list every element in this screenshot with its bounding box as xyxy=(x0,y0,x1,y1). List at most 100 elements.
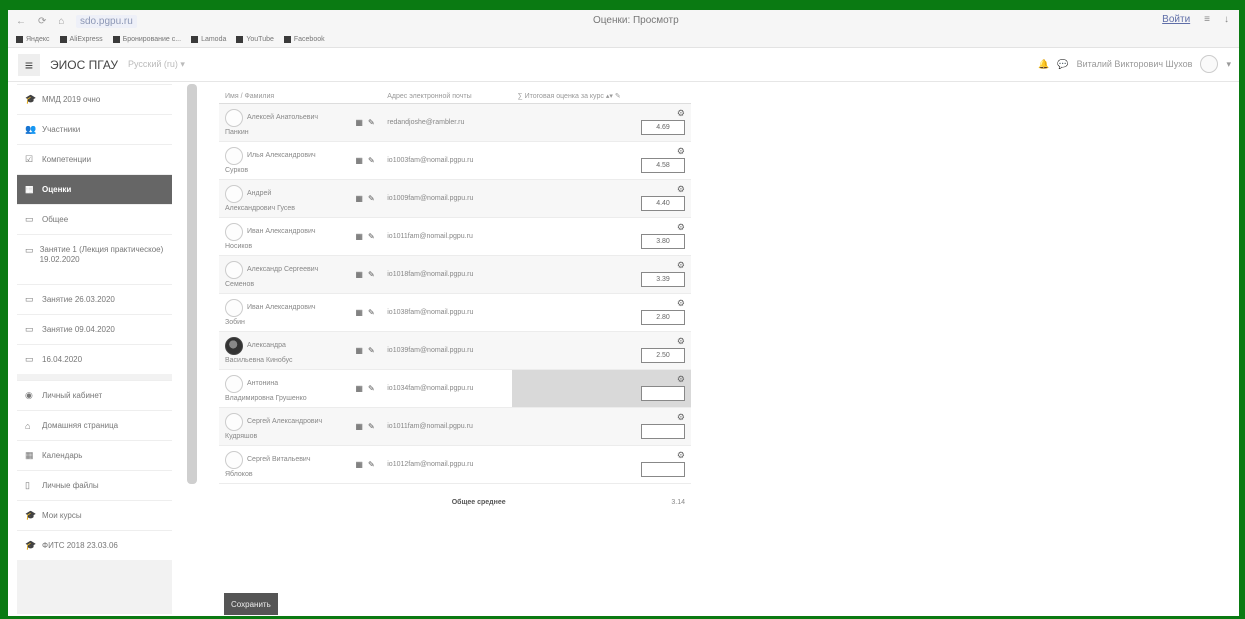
student-first-name[interactable]: Александра xyxy=(247,342,286,349)
table-view-icon[interactable]: ▦ xyxy=(355,156,363,165)
edit-icon[interactable]: ✎ xyxy=(368,270,375,279)
student-last-name[interactable]: Семенов xyxy=(225,281,343,288)
student-last-name[interactable]: Александрович Гусев xyxy=(225,205,343,212)
login-link[interactable]: Войти xyxy=(1162,14,1190,25)
student-last-name[interactable]: Кудряшов xyxy=(225,433,343,440)
drawer-item[interactable]: ▯ Личные файлы xyxy=(17,470,172,500)
drawer-item[interactable]: ⌂ Домашняя страница xyxy=(17,410,172,440)
student-first-name[interactable]: Иван Александрович xyxy=(247,228,316,235)
drawer-item[interactable]: 🎓 ММД 2019 очно xyxy=(17,84,172,114)
student-avatar[interactable] xyxy=(225,336,243,355)
drawer-item[interactable]: 🎓 Мои курсы xyxy=(17,500,172,530)
site-brand[interactable]: ЭИОС ПГАУ xyxy=(50,58,118,72)
student-avatar[interactable] xyxy=(225,374,243,393)
bookmark-item[interactable]: Facebook xyxy=(283,36,325,43)
back-icon[interactable]: ← xyxy=(16,16,26,27)
student-avatar[interactable] xyxy=(225,184,243,203)
drawer-item[interactable]: ▭ Занятие 26.03.2020 xyxy=(17,284,172,314)
bookmark-item[interactable]: Lamoda xyxy=(191,36,226,43)
table-view-icon[interactable]: ▦ xyxy=(355,118,363,127)
drawer-item[interactable]: ▦ Календарь xyxy=(17,440,172,470)
sort-icon[interactable]: ▴▾ xyxy=(606,93,613,100)
gear-icon[interactable]: ⚙ xyxy=(677,337,685,346)
gear-icon[interactable]: ⚙ xyxy=(677,451,685,460)
student-name[interactable]: Илья Александрович Сурков xyxy=(225,146,343,174)
edit-icon[interactable]: ✎ xyxy=(368,460,375,469)
column-header-email[interactable]: Адрес электронной почты xyxy=(381,90,512,104)
edit-icon[interactable]: ✎ xyxy=(368,346,375,355)
drawer-item[interactable]: ▭ 16.04.2020 xyxy=(17,344,172,374)
chevron-down-icon[interactable]: ▾ xyxy=(1226,59,1231,70)
gear-icon[interactable]: ⚙ xyxy=(677,147,685,156)
gear-icon[interactable]: ⚙ xyxy=(677,375,685,384)
student-avatar[interactable] xyxy=(225,146,243,165)
grade-input[interactable] xyxy=(641,272,685,287)
home-icon[interactable]: ⌂ xyxy=(58,16,64,27)
student-first-name[interactable]: Илья Александрович xyxy=(247,152,316,159)
gear-icon[interactable]: ⚙ xyxy=(677,261,685,270)
student-last-name[interactable]: Васильевна Кинобус xyxy=(225,357,343,364)
bookmark-item[interactable]: YouTube xyxy=(236,36,274,43)
student-name[interactable]: Александра Васильевна Кинобус xyxy=(225,336,343,364)
grade-input[interactable] xyxy=(641,424,685,439)
table-view-icon[interactable]: ▦ xyxy=(355,194,363,203)
student-last-name[interactable]: Зобин xyxy=(225,319,343,326)
student-avatar[interactable] xyxy=(225,108,243,127)
edit-icon[interactable]: ✎ xyxy=(368,308,375,317)
drawer-item[interactable]: ▭ Занятие 09.04.2020 xyxy=(17,314,172,344)
student-name[interactable]: Иван Александрович Носиков xyxy=(225,222,343,250)
reload-icon[interactable]: ⟳ xyxy=(38,16,46,27)
bookmark-item[interactable]: AliExpress xyxy=(59,36,103,43)
student-last-name[interactable]: Панкин xyxy=(225,129,343,136)
student-last-name[interactable]: Носиков xyxy=(225,243,343,250)
drawer-item[interactable]: ▭ Занятие 1 (Лекция практическое) 19.02.2… xyxy=(17,234,172,284)
menu-icon[interactable]: ≡ xyxy=(1204,14,1210,25)
table-view-icon[interactable]: ▦ xyxy=(355,308,363,317)
drawer-item[interactable]: ◉ Личный кабинет xyxy=(17,380,172,410)
student-first-name[interactable]: Андрей xyxy=(247,190,271,197)
gear-icon[interactable]: ⚙ xyxy=(677,185,685,194)
student-first-name[interactable]: Сергей Александрович xyxy=(247,418,322,425)
column-header-grade[interactable]: ∑ Итоговая оценка за курс ▴▾ ✎ xyxy=(511,90,691,104)
drawer-item[interactable]: ▦ Оценки xyxy=(17,174,172,204)
grade-input[interactable] xyxy=(641,158,685,173)
grade-input[interactable] xyxy=(641,462,685,477)
student-name[interactable]: Сергей Александрович Кудряшов xyxy=(225,412,343,440)
edit-icon[interactable]: ✎ xyxy=(615,93,621,100)
student-first-name[interactable]: Антонина xyxy=(247,380,278,387)
student-avatar[interactable] xyxy=(225,450,243,469)
student-first-name[interactable]: Иван Александрович xyxy=(247,304,316,311)
user-name[interactable]: Виталий Викторович Шухов xyxy=(1077,59,1193,69)
grade-input[interactable] xyxy=(641,386,685,401)
student-avatar[interactable] xyxy=(225,298,243,317)
student-name[interactable]: Алексей Анатольевич Панкин xyxy=(225,108,343,136)
student-name[interactable]: Иван Александрович Зобин xyxy=(225,298,343,326)
table-view-icon[interactable]: ▦ xyxy=(355,270,363,279)
drawer-toggle-button[interactable]: ≡ xyxy=(18,53,40,76)
gear-icon[interactable]: ⚙ xyxy=(677,109,685,118)
drawer-item[interactable]: 👥 Участники xyxy=(17,114,172,144)
drawer-item[interactable]: ▭ Общее xyxy=(17,204,172,234)
drawer-item[interactable]: 🎓 ФИТС 2018 23.03.06 xyxy=(17,530,172,560)
grade-input[interactable] xyxy=(641,348,685,363)
student-name[interactable]: Александр Сергеевич Семенов xyxy=(225,260,343,288)
student-avatar[interactable] xyxy=(225,260,243,279)
edit-icon[interactable]: ✎ xyxy=(368,384,375,393)
language-menu[interactable]: Русский (ru) ▾ xyxy=(128,59,185,70)
edit-icon[interactable]: ✎ xyxy=(368,422,375,431)
gear-icon[interactable]: ⚙ xyxy=(677,223,685,232)
student-first-name[interactable]: Алексей Анатольевич xyxy=(247,114,318,121)
edit-icon[interactable]: ✎ xyxy=(368,232,375,241)
edit-icon[interactable]: ✎ xyxy=(368,156,375,165)
user-menu[interactable]: 🔔 💬 Виталий Викторович Шухов ▾ xyxy=(1038,55,1231,73)
student-avatar[interactable] xyxy=(225,412,243,431)
student-first-name[interactable]: Александр Сергеевич xyxy=(247,266,318,273)
gear-icon[interactable]: ⚙ xyxy=(677,413,685,422)
table-view-icon[interactable]: ▦ xyxy=(355,460,363,469)
column-header-name[interactable]: Имя / Фамилия xyxy=(219,90,350,104)
gear-icon[interactable]: ⚙ xyxy=(677,299,685,308)
edit-icon[interactable]: ✎ xyxy=(368,194,375,203)
bookmark-item[interactable]: Яндекс xyxy=(16,36,50,43)
url-field[interactable]: sdo.pgpu.ru xyxy=(76,14,137,28)
grade-input[interactable] xyxy=(641,120,685,135)
